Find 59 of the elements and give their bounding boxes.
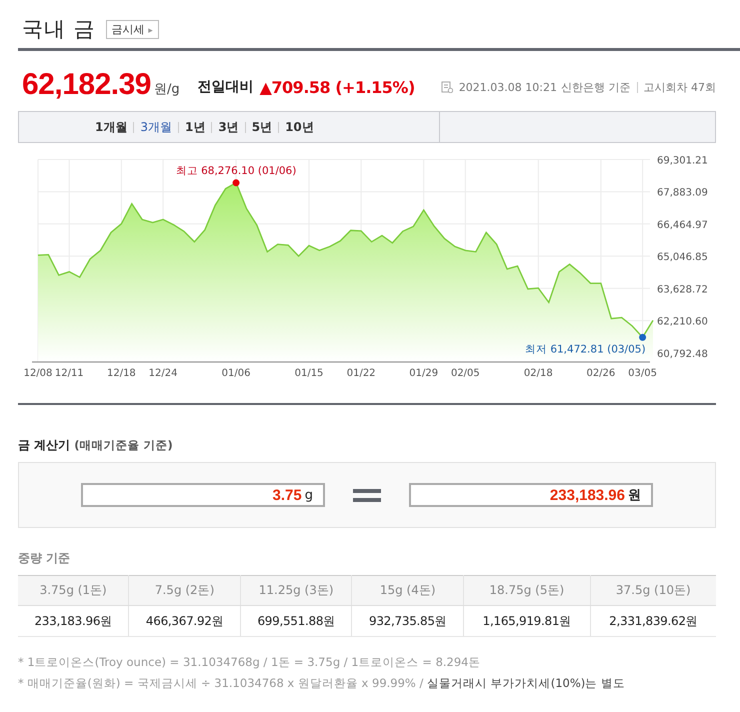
y-tick-label: 65,046.85 — [657, 252, 708, 264]
x-tick-label: 12/08 — [24, 368, 52, 379]
x-tick-label: 02/26 — [586, 368, 616, 379]
table-cell: 1,165,919.81원 — [463, 606, 590, 636]
column-header: 7.5g (2돈) — [128, 576, 240, 606]
change-label: 전일대비 — [198, 78, 254, 96]
table-cell: 932,735.85원 — [352, 606, 464, 636]
table-cell: 233,183.96원 — [18, 606, 129, 636]
x-tick-label: 12/18 — [106, 368, 136, 379]
y-tick-label: 69,301.21 — [657, 156, 708, 166]
y-tick-label: 63,628.72 — [657, 284, 708, 296]
calculator-subtitle: (매매기준율 기준) — [74, 438, 173, 453]
low-label: 최저 61,472.81 (03/05) — [525, 343, 646, 356]
change-value: ▲709.58 (+1.15%) — [260, 78, 415, 96]
table-cell: 2,331,839.62원 — [590, 606, 716, 636]
column-header: 15g (4돈) — [352, 576, 464, 606]
x-tick-label: 02/05 — [450, 368, 480, 379]
weights-title: 중량 기준 — [18, 550, 72, 567]
equals-icon — [353, 488, 381, 502]
column-header: 37.5g (10돈) — [590, 576, 716, 606]
weight-field[interactable]: 3.75 g — [81, 483, 325, 507]
period-tab[interactable]: 5년 — [246, 118, 278, 136]
footnote: * 매매기준율(원화) = 국제금시세 ÷ 31.1034768 x 원달러환율 x 99.99% / 실물거래시 부가가치세(10%)는 별도 — [18, 676, 626, 691]
y-tick-label: 60,792.48 — [657, 348, 708, 360]
quote-link[interactable]: 금시세 ▸ — [106, 20, 159, 38]
column-header: 11.25g (3돈) — [240, 576, 352, 606]
calculator-title: 금 계산기 — [18, 437, 70, 454]
y-tick-label: 66,464.97 — [657, 220, 708, 231]
y-tick-label: 67,883.09 — [657, 188, 708, 199]
period-tab[interactable]: 3개월 — [134, 118, 178, 136]
low-point-dot — [639, 334, 646, 341]
round-text: 고시회차 47회 — [644, 80, 716, 94]
price-unit: 원/g — [154, 81, 180, 98]
x-tick-label: 12/11 — [54, 368, 84, 379]
page-title: 국내 금 — [22, 16, 96, 43]
column-header: 3.75g (1돈) — [18, 576, 129, 606]
column-header: 18.75g (5돈) — [463, 576, 590, 606]
high-label: 최고 68,276.10 (01/06) — [176, 164, 296, 177]
x-tick-label: 01/29 — [409, 368, 438, 379]
document-icon — [440, 81, 453, 93]
period-tab[interactable]: 10년 — [279, 118, 320, 136]
period-tab[interactable]: 1개월 — [89, 118, 134, 136]
x-tick-label: 01/15 — [294, 368, 324, 379]
x-tick-label: 12/24 — [148, 368, 178, 379]
table-cell: 466,367.92원 — [128, 606, 240, 636]
period-tab[interactable]: 3년 — [212, 118, 245, 136]
x-tick-label: 01/22 — [346, 368, 376, 379]
timestamp: 2021.03.08 10:21 — [458, 80, 557, 94]
table-cell: 699,551.88원 — [240, 606, 352, 636]
source-text: 신한은행 기준 — [561, 80, 630, 94]
x-tick-label: 01/06 — [222, 368, 250, 379]
high-point-dot — [232, 179, 240, 186]
price-value: 62,182.39 — [22, 68, 151, 102]
amount-field[interactable]: 233,183.96 원 — [409, 483, 653, 507]
y-tick-label: 62,210.60 — [657, 316, 708, 328]
period-tab[interactable]: 1년 — [179, 118, 212, 136]
footnote: * 1트로이온스(Troy ounce) = 31.1034768g / 1돈 = 3.75g / 1트로이온스 = 8.294돈 — [18, 655, 482, 670]
x-tick-label: 02/18 — [524, 368, 553, 379]
x-tick-label: 03/05 — [628, 368, 657, 379]
